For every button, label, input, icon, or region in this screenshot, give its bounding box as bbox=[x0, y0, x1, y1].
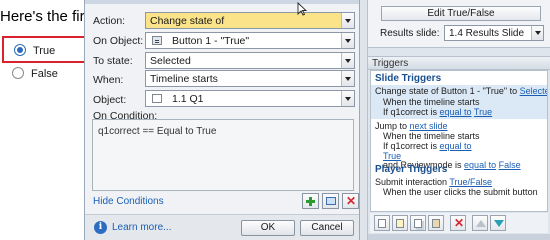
info-icon: i bbox=[94, 221, 107, 234]
action-label: Action: bbox=[93, 15, 126, 27]
triggers-toolbar: ✕ bbox=[370, 213, 548, 233]
question-properties: Edit True/False Results slide: 1.4 Resul… bbox=[368, 0, 550, 48]
when-label: When: bbox=[93, 74, 124, 86]
trigger-when-text: When the timeline starts bbox=[383, 131, 480, 141]
edit-trigger-button[interactable] bbox=[392, 215, 408, 231]
new-trigger-button[interactable] bbox=[374, 215, 390, 231]
dialog-footer: i Learn more... OK Cancel bbox=[85, 214, 359, 240]
trigger-when-text: When the user clicks the submit button bbox=[383, 187, 538, 197]
chevron-down-icon[interactable] bbox=[341, 53, 354, 68]
trigger-action-text: Jump to next slide bbox=[375, 121, 448, 131]
results-slide-label: Results slide: bbox=[380, 28, 440, 39]
on-object-select[interactable]: Button 1 - "True" bbox=[145, 32, 355, 49]
triggers-panel-header: Triggers bbox=[368, 56, 550, 70]
dialog-title-bar bbox=[85, 0, 359, 4]
edit-document-icon bbox=[396, 219, 404, 228]
triggers-title: Triggers bbox=[372, 58, 409, 69]
edit-true-false-button[interactable]: Edit True/False bbox=[381, 6, 541, 21]
panel-bottom-edge bbox=[368, 234, 550, 240]
action-value: Change state of bbox=[150, 15, 225, 27]
new-document-icon bbox=[378, 219, 386, 228]
move-up-button[interactable] bbox=[472, 215, 488, 231]
slide-canvas: Here's the first True False bbox=[0, 0, 96, 240]
copy-trigger-button[interactable] bbox=[410, 215, 426, 231]
move-down-button[interactable] bbox=[490, 215, 506, 231]
trigger-action-text: Submit interaction True/False bbox=[375, 177, 493, 187]
slide-heading: Here's the first bbox=[0, 8, 97, 25]
delete-icon: ✕ bbox=[346, 194, 357, 208]
state-link[interactable]: Selected bbox=[520, 86, 547, 96]
triggers-list: Slide Triggers Change state of Button 1 … bbox=[370, 70, 548, 212]
when-select[interactable]: Timeline starts bbox=[145, 70, 355, 87]
hide-conditions-link[interactable]: Hide Conditions bbox=[93, 196, 164, 207]
edit-condition-button[interactable] bbox=[322, 193, 339, 209]
operator-link[interactable]: equal to bbox=[464, 160, 496, 170]
object-label: Object: bbox=[93, 94, 127, 106]
results-slide-select[interactable]: 1.4 Results Slide bbox=[444, 25, 544, 41]
radio-true-icon[interactable] bbox=[14, 44, 26, 56]
on-object-label: On Object: bbox=[93, 35, 144, 47]
answer-option-true[interactable]: True bbox=[2, 36, 86, 63]
delete-trigger-button[interactable]: ✕ bbox=[450, 215, 466, 231]
cancel-button[interactable]: Cancel bbox=[300, 220, 354, 236]
edit-icon bbox=[326, 197, 336, 205]
radio-false-icon[interactable] bbox=[12, 67, 24, 79]
when-value: Timeline starts bbox=[150, 73, 218, 85]
answer-label-false: False bbox=[31, 68, 58, 80]
on-object-value: Button 1 - "True" bbox=[172, 35, 250, 47]
object-select[interactable]: 1.1 Q1 bbox=[145, 90, 355, 107]
condition-list[interactable]: q1correct == Equal to True bbox=[92, 119, 354, 191]
button-object-icon bbox=[152, 36, 162, 45]
trigger-item-change-state[interactable]: Change state of Button 1 - "True" to Sel… bbox=[371, 85, 547, 119]
to-state-select[interactable]: Selected bbox=[145, 52, 355, 69]
mouse-cursor-icon bbox=[297, 2, 307, 16]
operator-link[interactable]: equal to bbox=[440, 107, 472, 117]
paste-icon bbox=[432, 219, 440, 228]
value-link[interactable]: False bbox=[499, 160, 521, 170]
arrow-down-icon bbox=[494, 220, 504, 227]
to-state-value: Selected bbox=[150, 55, 191, 67]
plus-icon bbox=[306, 197, 315, 206]
delete-icon: ✕ bbox=[454, 216, 465, 230]
copy-icon bbox=[414, 219, 422, 228]
answer-label-true: True bbox=[33, 45, 56, 57]
chevron-down-icon[interactable] bbox=[341, 13, 354, 28]
delete-condition-button[interactable]: ✕ bbox=[342, 193, 359, 209]
action-select[interactable]: Change state of bbox=[145, 12, 355, 29]
value-link[interactable]: True bbox=[474, 107, 492, 117]
paste-trigger-button[interactable] bbox=[428, 215, 444, 231]
object-value: 1.1 Q1 bbox=[172, 93, 204, 105]
results-slide-value: 1.4 Results Slide bbox=[449, 28, 525, 39]
slide-triggers-title: Slide Triggers bbox=[375, 73, 442, 84]
operator-link[interactable]: equal to bbox=[440, 141, 472, 151]
slide-object-icon bbox=[152, 94, 162, 103]
learn-more-link[interactable]: Learn more... bbox=[112, 222, 171, 233]
condition-item[interactable]: q1correct == Equal to True bbox=[98, 126, 216, 137]
trigger-condition-text: If q1correct is equal to True bbox=[383, 107, 493, 117]
trigger-action-text: Change state of Button 1 - "True" to Sel… bbox=[375, 86, 547, 96]
ok-button[interactable]: OK bbox=[241, 220, 295, 236]
next-slide-link[interactable]: next slide bbox=[410, 121, 448, 131]
to-state-label: To state: bbox=[93, 55, 133, 67]
chevron-down-icon[interactable] bbox=[341, 91, 354, 106]
chevron-down-icon[interactable] bbox=[341, 33, 354, 48]
trigger-item-jump[interactable]: Jump to next slide When the timeline sta… bbox=[371, 121, 547, 170]
trigger-wizard-dialog: Action: Change state of On Object: Butto… bbox=[84, 0, 360, 240]
chevron-down-icon[interactable] bbox=[341, 71, 354, 86]
player-triggers-title: Player Triggers bbox=[375, 164, 448, 175]
panel-splitter[interactable] bbox=[360, 0, 368, 240]
trigger-when-text: When the timeline starts bbox=[383, 97, 480, 107]
trigger-condition-text: If q1correct is equal to bbox=[383, 141, 472, 151]
arrow-up-icon bbox=[476, 220, 486, 227]
trigger-item-submit[interactable]: Submit interaction True/False When the u… bbox=[371, 177, 547, 201]
interaction-link[interactable]: True/False bbox=[449, 177, 492, 187]
right-panel: Edit True/False Results slide: 1.4 Resul… bbox=[368, 0, 550, 240]
add-condition-button[interactable] bbox=[302, 193, 319, 209]
chevron-down-icon[interactable] bbox=[531, 26, 543, 40]
